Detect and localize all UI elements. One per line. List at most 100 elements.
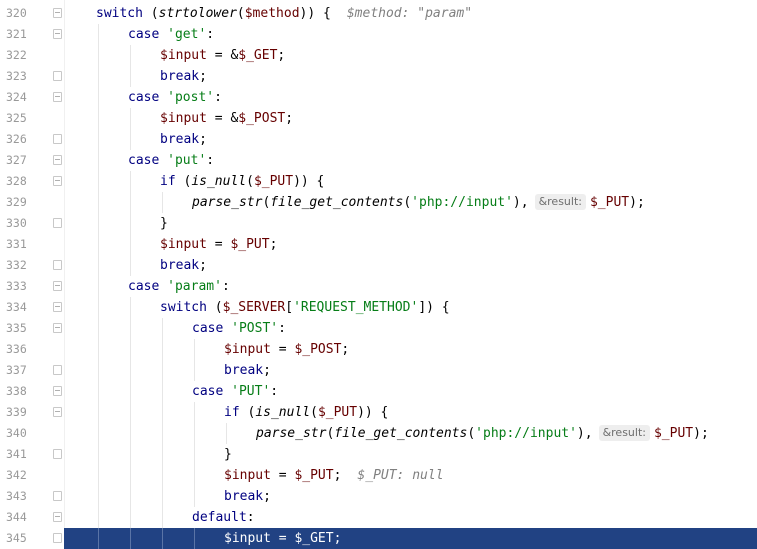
indent-guide [194,486,195,507]
code-text[interactable]: case 'POST': [192,318,286,339]
indent-guide [98,150,99,171]
code-line[interactable]: 344 default: [0,507,757,528]
code-text[interactable]: switch ($_SERVER['REQUEST_METHOD']) { [160,297,450,318]
code-line[interactable]: 343 break; [0,486,757,507]
code-line[interactable]: 325 $input = &$_POST; [0,108,757,129]
fold-collapse-icon[interactable] [53,323,62,333]
fold-end-icon[interactable] [53,260,62,270]
fold-collapse-icon[interactable] [53,386,62,396]
code-text[interactable]: $input = &$_POST; [160,108,293,129]
code-text[interactable]: } [224,444,232,465]
code-line[interactable]: 329 parse_str(file_get_contents('php://in… [0,192,757,213]
code-line[interactable]: 336 $input = $_POST; [0,339,757,360]
fold-collapse-icon[interactable] [53,407,62,417]
line-number: 328 [6,174,27,188]
fold-collapse-icon[interactable] [53,512,62,522]
code-statement: $input = $_GET; [224,531,342,546]
code-text[interactable]: break; [224,360,271,381]
code-text[interactable]: case 'param': [128,276,230,297]
line-number: 343 [6,489,27,503]
code-text[interactable]: break; [160,255,207,276]
indent-guide [226,423,227,444]
fold-collapse-icon[interactable] [53,155,62,165]
code-line[interactable]: 330} [0,213,757,234]
code-statement: break; [224,363,271,378]
code-text[interactable]: default: [192,507,255,528]
code-statement: case 'post': [128,90,222,105]
code-text[interactable]: $input = $_POST; [224,339,349,360]
code-text[interactable]: case 'post': [128,87,222,108]
indent-guide [162,423,163,444]
code-statement: default: [192,510,255,525]
fold-collapse-icon[interactable] [53,281,62,291]
code-text[interactable]: case 'get': [128,24,214,45]
code-line[interactable]: 323 break; [0,66,757,87]
fold-collapse-icon[interactable] [53,92,62,102]
code-line[interactable]: 342 $input = $_PUT; $_PUT: null [0,465,757,486]
code-text[interactable]: if (is_null($_PUT)) { [160,171,324,192]
indent-guide [98,318,99,339]
code-statement: $input = &$_GET; [160,48,286,63]
fold-collapse-icon[interactable] [53,29,62,39]
code-text[interactable]: break; [160,129,207,150]
code-line[interactable]: 321 case 'get': [0,24,757,45]
code-text[interactable]: $input = $_PUT; $_PUT: null [224,465,444,486]
fold-end-icon[interactable] [53,533,62,543]
indent-guide [130,213,131,234]
line-number: 344 [6,510,27,524]
indent-guide [130,465,131,486]
code-editor[interactable]: 320 switch (strtolower($method)) {$method… [0,0,757,549]
code-line[interactable]: 339 if (is_null($_PUT)) { [0,402,757,423]
indent-guide [98,423,99,444]
code-line[interactable]: 328 if (is_null($_PUT)) { [0,171,757,192]
code-line[interactable]: 337 break; [0,360,757,381]
code-line[interactable]: 334 switch ($_SERVER['REQUEST_METHOD']) { [0,297,757,318]
code-statement: switch ($_SERVER['REQUEST_METHOD']) { [160,300,450,315]
code-line[interactable]: 320 switch (strtolower($method)) {$method… [0,3,757,24]
fold-collapse-icon[interactable] [53,176,62,186]
code-line[interactable]: 340 parse_str(file_get_contents('php://in… [0,423,757,444]
code-line[interactable]: 335 case 'POST': [0,318,757,339]
code-line[interactable]: 327 case 'put': [0,150,757,171]
fold-end-icon[interactable] [53,449,62,459]
code-line[interactable]: 332 break; [0,255,757,276]
code-text[interactable]: parse_str(file_get_contents('php://input… [192,192,645,213]
code-text[interactable]: } [160,213,168,234]
code-text[interactable]: $input = $_GET; [224,528,341,549]
code-text[interactable]: case 'put': [128,150,214,171]
code-text[interactable]: break; [160,66,207,87]
indent-guide [98,108,99,129]
code-line[interactable]: 338 case 'PUT': [0,381,757,402]
code-statement: break; [160,69,207,84]
fold-end-icon[interactable] [53,134,62,144]
code-text[interactable]: switch (strtolower($method)) {$method: "… [96,3,472,24]
code-line[interactable]: 333 case 'param': [0,276,757,297]
indent-guide [98,528,99,549]
line-number: 336 [6,342,27,356]
line-number: 338 [6,384,27,398]
line-background [64,360,757,381]
code-line[interactable]: 322 $input = &$_GET; [0,45,757,66]
code-line[interactable]: 341} [0,444,757,465]
indent-guide [162,381,163,402]
code-line[interactable]: 331 $input = $_PUT; [0,234,757,255]
fold-collapse-icon[interactable] [53,302,62,312]
code-text[interactable]: break; [224,486,271,507]
code-statement: $input = $_PUT; [224,468,342,483]
code-text[interactable]: $input = $_PUT; [160,234,277,255]
code-text[interactable]: parse_str(file_get_contents('php://input… [256,423,709,444]
fold-end-icon[interactable] [53,491,62,501]
code-line[interactable]: 345 $input = $_GET; [0,528,757,549]
fold-end-icon[interactable] [53,365,62,375]
code-line[interactable]: 326 break; [0,129,757,150]
indent-guide [98,360,99,381]
code-text[interactable]: case 'PUT': [192,381,278,402]
fold-end-icon[interactable] [53,218,62,228]
code-text[interactable]: $input = &$_GET; [160,45,285,66]
indent-guide [162,192,163,213]
fold-end-icon[interactable] [53,71,62,81]
line-number: 335 [6,321,27,335]
code-line[interactable]: 324 case 'post': [0,87,757,108]
fold-collapse-icon[interactable] [53,8,62,18]
code-text[interactable]: if (is_null($_PUT)) { [224,402,388,423]
